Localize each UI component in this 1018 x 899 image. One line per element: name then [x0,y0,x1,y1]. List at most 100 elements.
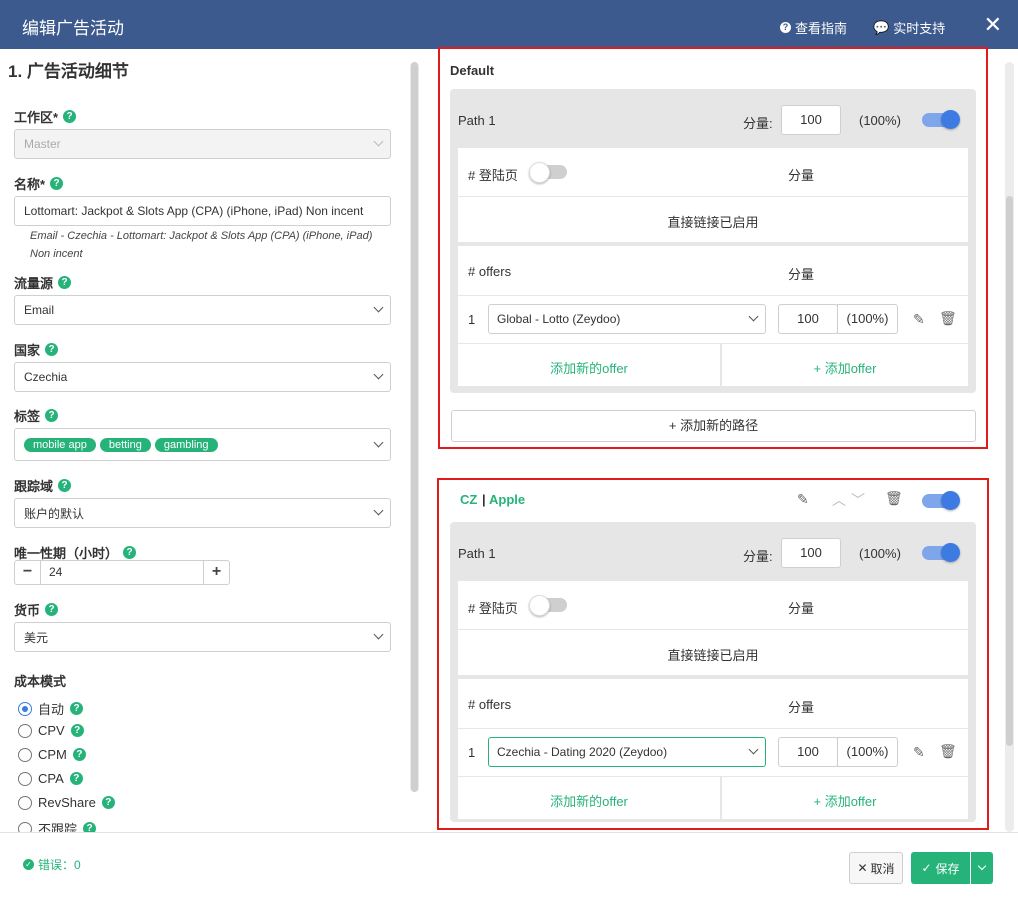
help-icon[interactable]: ? [70,724,84,737]
help-icon[interactable]: ? [45,409,59,422]
pencil-icon[interactable]: ✎ [797,491,809,508]
path-weight-input[interactable]: 100 [781,538,841,568]
cost-model-option-revshare[interactable]: RevShare ? [18,795,115,810]
landers-toggle[interactable] [529,162,567,183]
minus-button[interactable]: − [15,561,40,584]
support-link[interactable]: 💬 实时支持 [873,18,945,37]
name-hint: Email - Czechia - Lottomart: Jackpot & S… [30,230,373,260]
cost-model-option-cpm[interactable]: CPM ? [18,747,86,762]
cost-model-option-none[interactable]: 不跟踪 ? [18,819,97,832]
help-icon[interactable]: ? [101,796,115,809]
chevron-up-icon[interactable]: ︿ [832,490,846,510]
help-icon[interactable]: ? [123,546,137,559]
offer-weight-input[interactable]: 100 [778,304,838,334]
chevron-down-icon [373,369,384,380]
close-icon[interactable]: ✕ [984,12,1002,38]
tags-label-text: 标签 [14,409,41,424]
cost-model-option-auto[interactable]: 自动 ? [18,699,84,718]
trash-icon[interactable]: 🗑 [939,743,957,760]
landers-toggle[interactable] [529,595,567,616]
offer-weight-input[interactable]: 100 [778,737,838,767]
rule-separator: | [482,492,486,507]
help-icon[interactable]: ? [70,702,84,715]
trash-icon[interactable]: 🗑 [885,490,903,507]
help-icon[interactable]: ? [72,748,86,761]
chevron-down-icon [373,629,384,640]
offer-select-value: Czechia - Dating 2020 (Zeydoo) [497,745,668,759]
radio-icon [18,771,32,786]
tags-label: 标签 ? [14,406,59,425]
cancel-button[interactable]: ✕ 取消 [849,852,903,884]
country-value: Czechia [24,370,68,384]
pencil-icon[interactable]: ✎ [913,744,925,761]
name-input[interactable]: Lottomart: Jackpot & Slots App (CPA) (iP… [14,196,391,226]
offers-header [458,679,968,728]
tags-select[interactable]: mobile app betting gambling [14,428,391,461]
add-offer-link[interactable]: + 添加offer [722,358,968,377]
help-icon[interactable]: ? [83,822,97,832]
offer-select-value: Global - Lotto (Zeydoo) [497,312,621,326]
path-weight-label: 分量: [743,116,773,131]
help-icon[interactable]: ? [58,276,72,289]
save-button[interactable]: ✓ 保存 [911,852,970,884]
offer-row-number: 1 [468,745,476,760]
chevron-down-icon [373,136,384,147]
landers-weight-header: 分量 [788,168,815,183]
error-count-label: 错误：0 [38,858,81,872]
help-icon[interactable]: ? [63,110,77,123]
path-toggle[interactable] [922,543,960,562]
guide-link[interactable]: ? 查看指南 [780,18,847,37]
traffic-source-select[interactable]: Email [14,295,391,325]
traffic-source-label: 流量源 ? [14,273,72,292]
add-new-offer-link[interactable]: 添加新的offer [458,791,720,810]
trash-icon[interactable]: 🗑 [939,310,957,327]
landers-header-label: # 登陆页 [468,601,518,616]
chevron-down-icon[interactable]: ﹀ [851,490,865,510]
country-select[interactable]: Czechia [14,362,391,392]
section-title: 1. 广告活动细节 [8,62,129,81]
question-icon: ? [780,22,791,33]
path-weight-percent: (100%) [859,546,901,561]
add-offer-link[interactable]: + 添加offer [722,791,968,810]
tag-chip[interactable]: mobile app [24,437,96,452]
tag-chip[interactable]: betting [99,437,151,452]
save-dropdown-button[interactable] [971,852,993,884]
pencil-icon[interactable]: ✎ [913,311,925,328]
path-weight-input[interactable]: 100 [781,105,841,135]
help-icon[interactable]: ? [45,343,59,356]
save-label: 保存 [935,861,960,876]
add-new-offer-link[interactable]: 添加新的offer [458,358,720,377]
right-scrollbar[interactable] [1005,62,1014,832]
offers-header-label: # offers [468,264,512,279]
help-icon[interactable]: ? [69,772,83,785]
cost-model-option-cpv[interactable]: CPV ? [18,723,84,738]
left-scrollbar[interactable] [410,62,419,792]
currency-select[interactable]: 美元 [14,622,391,652]
scrollbar-thumb[interactable] [411,62,418,792]
path-weight-label: 分量: [743,549,773,564]
cost-model-option-cpa[interactable]: CPA ? [18,771,83,786]
rule-country: CZ [460,492,478,507]
uniqueness-input[interactable]: 24 [40,561,204,584]
cancel-label: 取消 [870,861,895,876]
offer-select[interactable]: Global - Lotto (Zeydoo) [488,304,766,334]
scrollbar-thumb[interactable] [1006,196,1013,746]
offers-header-label: # offers [468,697,512,712]
offers-weight-header: 分量 [788,700,815,715]
tracking-domain-select[interactable]: 账户的默认 [14,498,391,528]
dialog-footer: ✓ 错误：0 ✕ 取消 ✓ 保存 [0,832,1018,899]
add-path-button[interactable]: + 添加新的路径 [451,410,976,442]
path-toggle[interactable] [922,110,960,129]
help-icon[interactable]: ? [45,603,59,616]
help-icon[interactable]: ? [58,479,72,492]
dialog-title: 编辑广告活动 [22,19,124,38]
rule-device: Apple [489,492,526,507]
plus-button[interactable]: + [204,561,229,584]
default-flow-title: Default [450,63,495,78]
rule-toggle[interactable] [922,491,960,510]
help-icon[interactable]: ? [50,177,64,190]
radio-icon [18,795,32,810]
traffic-source-label-text: 流量源 [14,276,54,291]
offer-select[interactable]: Czechia - Dating 2020 (Zeydoo) [488,737,766,767]
tag-chip[interactable]: gambling [154,437,218,452]
